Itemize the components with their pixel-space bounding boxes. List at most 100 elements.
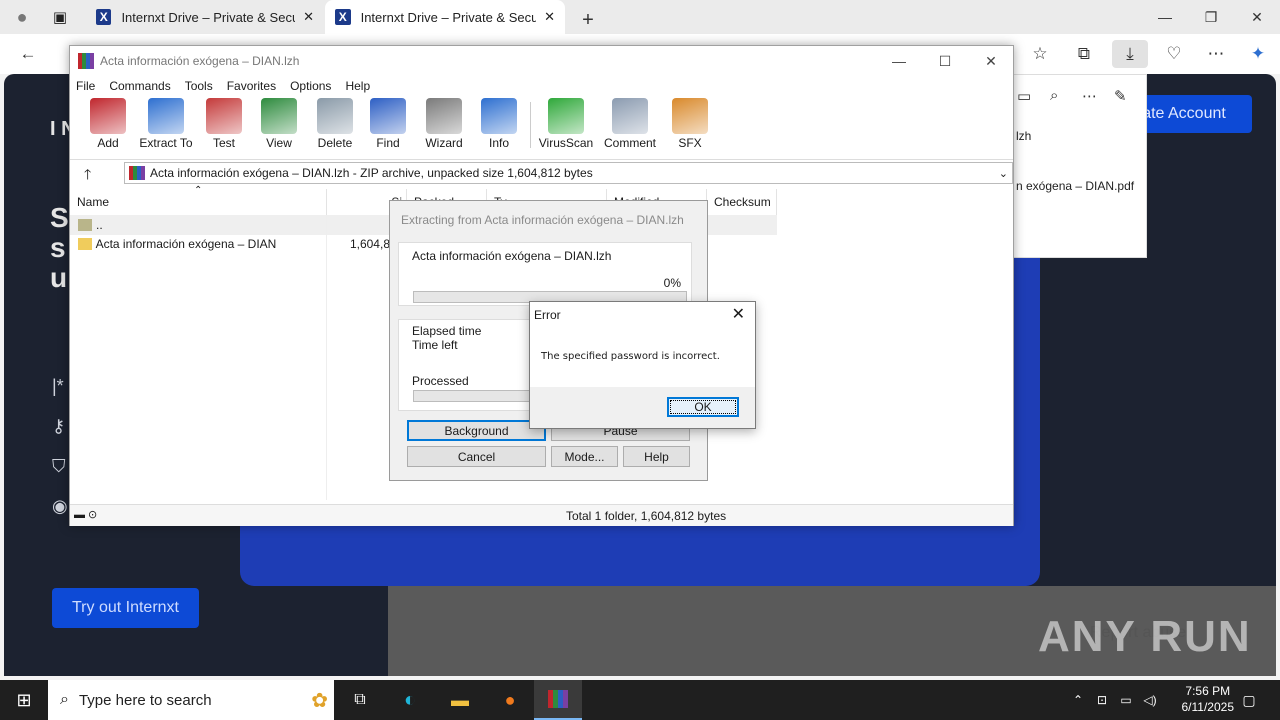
task-view-icon[interactable]: ⧉	[342, 680, 378, 720]
menu-commands[interactable]: Commands	[109, 79, 170, 93]
sort-arrow-icon: ⌃	[194, 185, 203, 196]
background-button[interactable]: Background	[407, 420, 546, 441]
downloads-icon[interactable]: ⤓	[1112, 40, 1148, 68]
error-dialog-footer: OK	[530, 387, 755, 428]
sfx-icon	[672, 98, 708, 134]
path-field[interactable]: Acta información exógena – DIAN.lzh - ZI…	[124, 162, 1013, 184]
collections-icon[interactable]: ⧉	[1070, 40, 1098, 68]
notifications-icon[interactable]: ▢	[1234, 680, 1264, 720]
up-folder-icon[interactable]: 🡑	[84, 164, 91, 188]
browser-tabstrip: ● ▣ X Internxt Drive – Private & Secure …	[0, 0, 1280, 34]
winrar-maximize-button[interactable]: ☐	[922, 46, 968, 76]
tray-app-icon[interactable]: ⊡	[1092, 680, 1112, 720]
favorites-icon[interactable]: ☆	[1026, 40, 1054, 68]
tab-internxt-1[interactable]: X Internxt Drive – Private & Secure ✕	[86, 0, 324, 34]
edge-taskbar-icon[interactable]: ◐	[392, 680, 428, 720]
copilot-icon[interactable]: ✦	[1244, 40, 1272, 68]
sfx-button[interactable]: SFX	[670, 98, 710, 150]
extract-percent: 0%	[663, 276, 681, 290]
try-internxt-button[interactable]: Try out Internxt	[52, 588, 199, 628]
page-heading-fragment: S	[50, 202, 69, 233]
search-placeholder: Type here to search	[78, 691, 212, 709]
anyrun-watermark: ANY RUN	[1038, 612, 1252, 661]
volume-icon[interactable]: ◁)	[1140, 680, 1160, 720]
winrar-toolbar: Add Extract To Test View Delete Find Wiz…	[70, 96, 1013, 154]
winrar-icon	[78, 53, 94, 69]
find-button[interactable]: Find	[370, 98, 406, 150]
time-left-label: Time left	[412, 338, 458, 352]
restore-button[interactable]: ❐	[1188, 0, 1234, 34]
virusscan-button[interactable]: VirusScan	[538, 98, 594, 150]
taskbar-search[interactable]: ⌕ Type here to search ✿	[48, 680, 334, 720]
back-icon[interactable]: ←	[14, 40, 42, 68]
error-message: The specified password is incorrect.	[541, 351, 720, 362]
ok-button[interactable]: OK	[667, 397, 739, 417]
winrar-close-button[interactable]: ✕	[968, 46, 1014, 76]
error-dialog: Error ✕ The specified password is incorr…	[529, 301, 756, 429]
extract-to-button[interactable]: Extract To	[138, 98, 194, 150]
menu-favorites[interactable]: Favorites	[227, 79, 276, 93]
winrar-titlebar: Acta información exógena – DIAN.lzh	[70, 46, 1013, 76]
cancel-button[interactable]: Cancel	[407, 446, 546, 467]
comment-icon	[612, 98, 648, 134]
mode-button[interactable]: Mode...	[551, 446, 618, 467]
pin-icon[interactable]: ✎	[1114, 87, 1127, 105]
page-heading-fragment: u	[50, 262, 68, 293]
browser-essentials-icon[interactable]: ♡	[1160, 40, 1188, 68]
internxt-logo-icon: X	[96, 9, 112, 25]
path-bar: 🡑 Acta información exógena – DIAN.lzh - …	[70, 159, 1013, 185]
tab-internxt-2[interactable]: X Internxt Drive – Private & Secure ✕	[325, 0, 565, 34]
menu-tools[interactable]: Tools	[185, 79, 213, 93]
download-item[interactable]: lzh	[1016, 129, 1031, 143]
error-close-icon[interactable]: ✕	[732, 304, 745, 324]
search-icon: ⌕	[60, 691, 69, 708]
tab-actions-icon[interactable]: ▣	[46, 2, 74, 32]
archive-icon	[129, 166, 145, 180]
taskbar-clock[interactable]: 7:56 PM 6/11/2025	[1182, 683, 1235, 715]
comment-button[interactable]: Comment	[602, 98, 658, 150]
processed-label: Processed	[412, 374, 469, 388]
extract-file-group: Acta información exógena – DIAN.lzh 0%	[398, 242, 692, 306]
add-button[interactable]: Add	[90, 98, 126, 150]
extract-dialog-title: Extracting from Acta información exógena…	[401, 213, 684, 227]
delete-button[interactable]: Delete	[315, 98, 355, 150]
path-dropdown-icon[interactable]: ⌄	[999, 167, 1008, 180]
list-left-pane	[70, 215, 327, 500]
test-button[interactable]: Test	[206, 98, 242, 150]
downloads-panel: ▭ ⌕ ⋯ ✎ lzh n exógena – DIAN.pdf	[1013, 74, 1147, 258]
menu-options[interactable]: Options	[290, 79, 331, 93]
network-icon[interactable]: ▭	[1116, 680, 1136, 720]
profile-avatar[interactable]: ●	[8, 2, 36, 32]
tab-close-icon[interactable]: ✕	[303, 9, 314, 25]
start-button[interactable]: ⊞	[0, 680, 48, 720]
tray-chevron-icon[interactable]: ⌃	[1068, 680, 1088, 720]
menu-help[interactable]: Help	[345, 79, 370, 93]
column-checksum[interactable]: Checksum	[707, 189, 777, 215]
tab-title: Internxt Drive – Private & Secure	[121, 9, 296, 25]
extract-file-name: Acta información exógena – DIAN.lzh	[412, 249, 612, 263]
info-button[interactable]: Info	[481, 98, 517, 150]
status-text: Total 1 folder, 1,604,812 bytes	[566, 509, 727, 523]
open-folder-icon[interactable]: ▭	[1017, 87, 1031, 105]
winrar-taskbar-icon[interactable]	[534, 680, 582, 720]
search-icon[interactable]: ⌕	[1050, 87, 1058, 104]
eye-icon: ◉	[52, 496, 68, 516]
help-button[interactable]: Help	[623, 446, 690, 467]
minimize-button[interactable]: —	[1142, 0, 1188, 34]
status-bar: ▬ ⊙ Total 1 folder, 1,604,812 bytes	[70, 504, 1013, 526]
view-button[interactable]: View	[258, 98, 300, 150]
close-button[interactable]: ✕	[1234, 0, 1280, 34]
winrar-minimize-button[interactable]: —	[876, 46, 922, 76]
more-options-icon[interactable]: ⋯	[1082, 87, 1097, 105]
shield-icon: ⛉	[52, 456, 66, 476]
firefox-icon[interactable]: ●	[492, 680, 528, 720]
taskbar: ⊞ ⌕ Type here to search ✿ ⧉ ◐ ▬ ● ⌃ ⊡ ▭ …	[0, 680, 1280, 720]
wizard-button[interactable]: Wizard	[422, 98, 466, 150]
tab-close-icon[interactable]: ✕	[544, 9, 555, 25]
info-icon	[481, 98, 517, 134]
more-menu-icon[interactable]: ⋯	[1202, 40, 1230, 68]
menu-file[interactable]: File	[76, 79, 95, 93]
file-explorer-icon[interactable]: ▬	[442, 680, 478, 720]
download-item[interactable]: n exógena – DIAN.pdf	[1016, 179, 1134, 193]
asterisk-icon: |*	[52, 376, 64, 396]
